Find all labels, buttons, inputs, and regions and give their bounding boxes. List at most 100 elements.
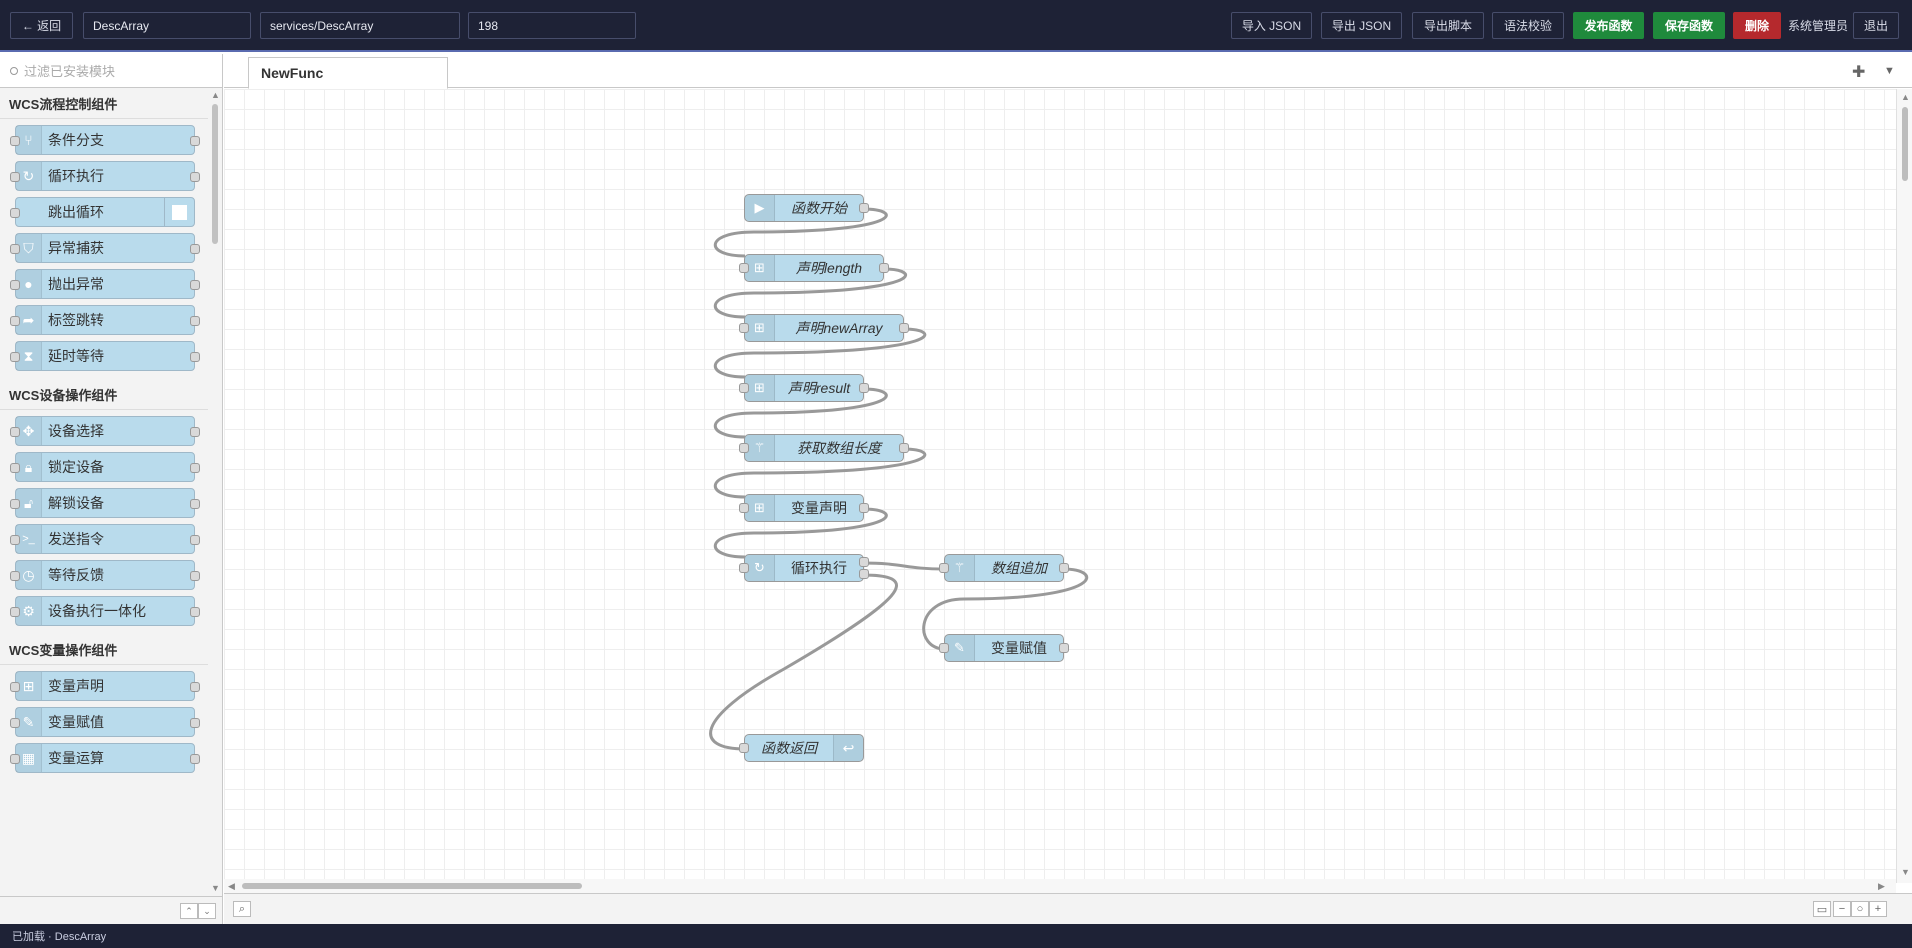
logout-button[interactable]: 退出 xyxy=(1853,12,1899,39)
flow-canvas[interactable]: ▶ 函数开始 ⊞ 声明length ⊞ 声明newArray ⊞ 声明resul… xyxy=(224,89,1896,883)
output-port[interactable] xyxy=(859,503,869,513)
output-port[interactable] xyxy=(1059,643,1069,653)
node-function-return[interactable]: 函数返回 ↩ xyxy=(739,734,864,762)
node-declare-length[interactable]: ⊞ 声明length xyxy=(739,254,889,282)
output-port[interactable] xyxy=(879,263,889,273)
scroll-down-icon[interactable]: ▼ xyxy=(1901,867,1910,877)
palette-search-input[interactable]: 过滤已安装模块 xyxy=(0,54,222,88)
palette-node-send-command[interactable]: >_ 发送指令 xyxy=(10,524,200,554)
import-json-button[interactable]: 导入 JSON xyxy=(1231,12,1312,39)
output-port-done[interactable] xyxy=(859,569,869,579)
node-get-array-length[interactable]: ⚚ 获取数组长度 xyxy=(739,434,909,462)
palette-node-device-execute-all[interactable]: ⚙ 设备执行一体化 xyxy=(10,596,200,626)
output-port[interactable] xyxy=(859,383,869,393)
palette-node-var-declare[interactable]: ⊞ 变量声明 xyxy=(10,671,200,701)
flow-wires xyxy=(709,207,1089,751)
export-json-button[interactable]: 导出 JSON xyxy=(1321,12,1402,39)
collapse-all-icon[interactable]: ⌃ xyxy=(180,903,198,919)
function-path-input[interactable]: services/DescArray xyxy=(260,12,460,39)
node-variable-assign[interactable]: ✎ 变量赋值 xyxy=(939,634,1069,662)
reply-arrow-icon: ↩ xyxy=(833,735,863,761)
map-icon[interactable]: ▭ xyxy=(1813,901,1831,917)
palette-node-wait-feedback[interactable]: ◷ 等待反馈 xyxy=(10,560,200,590)
input-port[interactable] xyxy=(739,323,749,333)
delete-button[interactable]: 删除 xyxy=(1733,12,1781,39)
input-port[interactable] xyxy=(739,743,749,753)
palette-node-unlock-device[interactable]: 🔓︎ 解锁设备 xyxy=(10,488,200,518)
add-tab-icon[interactable]: ✚ xyxy=(1852,62,1865,82)
input-port[interactable] xyxy=(739,563,749,573)
back-button[interactable]: ← 返回 xyxy=(10,12,73,39)
export-script-button[interactable]: 导出脚本 xyxy=(1412,12,1484,39)
palette-category-header[interactable]: WCS设备操作组件 xyxy=(0,379,208,410)
palette-node-catch-exception[interactable]: ⛉ 异常捕获 xyxy=(10,233,200,263)
palette-node-throw-exception[interactable]: ● 抛出异常 xyxy=(10,269,200,299)
node-declare-newarray[interactable]: ⊞ 声明newArray xyxy=(739,314,909,342)
palette-node-var-assign[interactable]: ✎ 变量赋值 xyxy=(10,707,200,737)
input-port[interactable] xyxy=(739,383,749,393)
node-loop-execute[interactable]: ↻ 循环执行 xyxy=(739,554,869,582)
plus-square-icon: ⊞ xyxy=(745,255,775,281)
top-toolbar: ← 返回 DescArray services/DescArray 198 导入… xyxy=(0,0,1912,52)
palette-scrollbar[interactable]: ▲ ▼ xyxy=(208,88,222,896)
input-port[interactable] xyxy=(739,443,749,453)
canvas-horizontal-scrollbar[interactable]: ◀ ▶ xyxy=(224,879,1896,893)
palette-node-device-select[interactable]: ✥ 设备选择 xyxy=(10,416,200,446)
output-port[interactable] xyxy=(1059,563,1069,573)
palette-node-delay-wait[interactable]: ⧗ 延时等待 xyxy=(10,341,200,371)
syntax-check-button[interactable]: 语法校验 xyxy=(1492,12,1564,39)
node-palette: 过滤已安装模块 WCS流程控制组件 ⑂ 条件分支 ↻ 循环执行 跳出循环 ⛉ 异… xyxy=(0,54,223,924)
palette-node-condition-branch[interactable]: ⑂ 条件分支 xyxy=(10,125,200,155)
zoom-in-icon[interactable]: + xyxy=(1869,901,1887,917)
palette-node-loop[interactable]: ↻ 循环执行 xyxy=(10,161,200,191)
palette-node-var-compute[interactable]: ▦ 变量运算 xyxy=(10,743,200,773)
output-port[interactable] xyxy=(899,443,909,453)
status-bar: 已加载 · DescArray xyxy=(0,924,1912,948)
palette-list: WCS流程控制组件 ⑂ 条件分支 ↻ 循环执行 跳出循环 ⛉ 异常捕获 ● 抛出… xyxy=(0,88,208,896)
workspace-footer: ⌕ ▭ − ○ + xyxy=(224,893,1912,924)
palette-node-break-loop[interactable]: 跳出循环 xyxy=(10,197,195,227)
palette-category-header[interactable]: WCS流程控制组件 xyxy=(0,88,208,119)
publish-function-button[interactable]: 发布函数 xyxy=(1573,12,1644,39)
scroll-right-icon[interactable]: ▶ xyxy=(1878,881,1885,892)
save-function-button[interactable]: 保存函数 xyxy=(1653,12,1725,39)
node-array-append[interactable]: ⚚ 数组追加 xyxy=(939,554,1069,582)
refresh-icon: ↻ xyxy=(745,555,775,581)
output-port[interactable] xyxy=(899,323,909,333)
plus-square-icon: ⊞ xyxy=(745,375,775,401)
canvas-vertical-scrollbar[interactable]: ▲ ▼ xyxy=(1896,89,1912,883)
palette-node-label-jump[interactable]: ➦ 标签跳转 xyxy=(10,305,200,335)
scroll-down-icon[interactable]: ▼ xyxy=(211,883,220,893)
tab-newfunc[interactable]: NewFunc xyxy=(248,57,448,89)
search-flow-icon[interactable]: ⌕ xyxy=(233,901,251,917)
scroll-left-icon[interactable]: ◀ xyxy=(228,881,235,892)
output-port[interactable] xyxy=(859,203,869,213)
node-function-start[interactable]: ▶ 函数开始 xyxy=(744,194,869,222)
node-variable-declare[interactable]: ⊞ 变量声明 xyxy=(739,494,869,522)
function-name-input[interactable]: DescArray xyxy=(83,12,251,39)
output-port-loop[interactable] xyxy=(859,557,869,567)
scroll-up-icon[interactable]: ▲ xyxy=(211,90,220,100)
zoom-out-icon[interactable]: − xyxy=(1833,901,1851,917)
stop-icon xyxy=(164,198,194,226)
plus-square-icon: ⊞ xyxy=(745,315,775,341)
palette-category-header[interactable]: WCS变量操作组件 xyxy=(0,634,208,665)
expand-all-icon[interactable]: ⌄ xyxy=(198,903,216,919)
palette-search-placeholder: 过滤已安装模块 xyxy=(24,64,116,79)
input-port[interactable] xyxy=(939,643,949,653)
play-icon: ▶ xyxy=(745,195,775,221)
palette-node-lock-device[interactable]: 🔒︎ 锁定设备 xyxy=(10,452,200,482)
function-id-input[interactable]: 198 xyxy=(468,12,636,39)
workspace-tabs: NewFunc ✚ ▼ xyxy=(224,54,1912,89)
node-declare-result[interactable]: ⊞ 声明result xyxy=(739,374,869,402)
input-port[interactable] xyxy=(939,563,949,573)
plus-square-icon: ⊞ xyxy=(745,495,775,521)
chevron-down-icon[interactable]: ▼ xyxy=(1884,65,1895,77)
input-port[interactable] xyxy=(739,263,749,273)
palette-footer: ⌃ ⌄ xyxy=(0,896,222,924)
magic-wand-icon: ⚚ xyxy=(745,435,775,461)
zoom-reset-icon[interactable]: ○ xyxy=(1851,901,1869,917)
scroll-up-icon[interactable]: ▲ xyxy=(1901,92,1910,102)
input-port[interactable] xyxy=(739,503,749,513)
search-icon xyxy=(10,66,18,75)
